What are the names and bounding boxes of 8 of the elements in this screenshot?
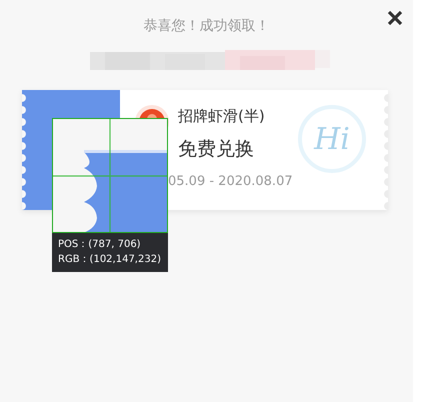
validity-dates: 05.09 - 2020.08.07	[168, 173, 293, 191]
brand-logo: Hi	[298, 105, 366, 173]
coupon-benefit: 免费兑换	[178, 137, 255, 162]
close-icon[interactable]	[387, 10, 403, 26]
coupon-name: 招牌虾滑(半)	[178, 106, 266, 127]
rgb-readout: RGB：(102,147,232)	[58, 253, 162, 267]
position-readout: POS：(787, 706)	[58, 238, 142, 252]
dialog-title: 恭喜您！成功领取！	[144, 17, 270, 36]
